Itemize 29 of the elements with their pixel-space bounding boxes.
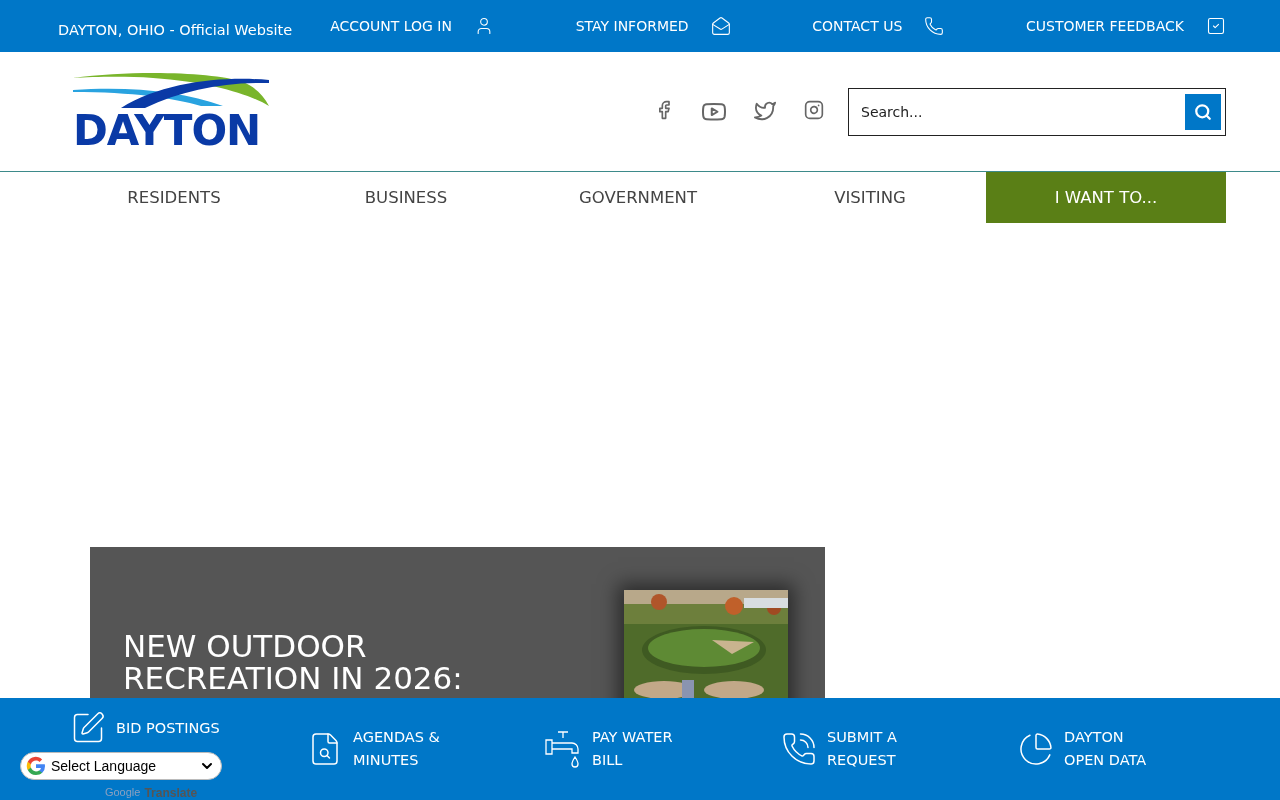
phone-icon bbox=[781, 731, 817, 767]
google-wordmark: Google bbox=[104, 786, 141, 800]
top-link[interactable]: CUSTOMER FEEDBACK bbox=[1025, 16, 1226, 36]
quick-link[interactable]: SUBMIT A REQUEST bbox=[781, 726, 1018, 772]
checkbox-icon bbox=[1205, 16, 1226, 36]
nav-item[interactable]: RESIDENTS bbox=[58, 172, 290, 223]
faucet-icon bbox=[544, 728, 582, 770]
nav-item[interactable]: VISITING bbox=[754, 172, 986, 223]
language-select[interactable]: Select Language bbox=[20, 752, 222, 780]
quick-link[interactable]: BID POSTINGS bbox=[70, 710, 307, 746]
search-icon bbox=[1194, 102, 1212, 121]
feature-title: NEW OUTDOOR RECREATION IN 2026: bbox=[123, 630, 464, 694]
quick-link[interactable]: DAYTON OPEN DATA bbox=[1018, 726, 1255, 772]
nav-item[interactable]: BUSINESS bbox=[290, 172, 522, 223]
nav-item[interactable]: GOVERNMENT bbox=[522, 172, 754, 223]
envelope-icon bbox=[710, 16, 731, 36]
top-link[interactable]: STAY INFORMED bbox=[575, 16, 731, 36]
quick-link[interactable]: AGENDAS & MINUTES bbox=[307, 726, 544, 772]
dayton-logo[interactable]: DAYTON bbox=[73, 71, 271, 152]
site-label: DAYTON, OHIO - Official Website bbox=[58, 22, 293, 38]
quick-link[interactable]: PAY WATER BILL bbox=[544, 726, 781, 772]
pie-chart-icon bbox=[1018, 731, 1054, 767]
google-icon bbox=[25, 755, 47, 777]
phone-icon bbox=[924, 16, 945, 36]
search-field[interactable]: Search... bbox=[848, 87, 1226, 136]
nav-item[interactable]: I WANT TO... bbox=[986, 172, 1226, 223]
search-button[interactable] bbox=[1185, 93, 1221, 130]
top-link[interactable]: CONTACT US bbox=[812, 16, 945, 36]
top-link[interactable]: ACCOUNT LOG IN bbox=[330, 16, 494, 36]
